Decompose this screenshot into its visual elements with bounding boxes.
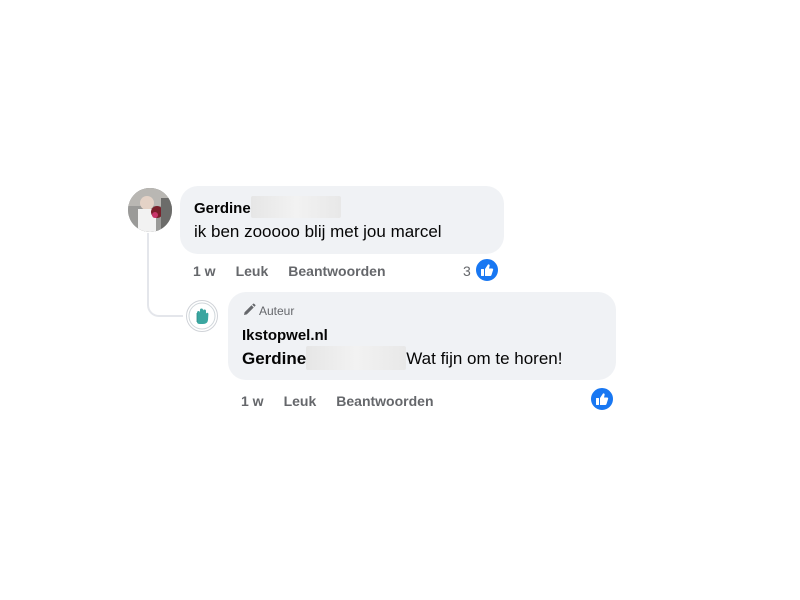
mention-link[interactable]: Gerdine — [242, 349, 306, 368]
commenter-avatar[interactable] — [128, 188, 172, 232]
comment-bubble: Gerdine ik ben zooooo blij met jou marce… — [180, 186, 504, 254]
reply-time[interactable]: 1 w — [241, 393, 264, 409]
reply-message: Wat fijn om te horen! — [406, 349, 563, 368]
author-badge-label: Auteur — [259, 304, 295, 318]
reaction-count[interactable]: 3 — [463, 263, 471, 279]
like-reaction-icon[interactable] — [589, 386, 615, 412]
reply-like-link[interactable]: Leuk — [284, 393, 317, 409]
reply-reply-link[interactable]: Beantwoorden — [336, 393, 433, 409]
reply-link[interactable]: Beantwoorden — [288, 263, 385, 279]
thread-connector-line — [147, 233, 183, 317]
reply-actions: 1 w Leuk Beantwoorden — [241, 393, 454, 409]
reply-text: Gerdine Wat fijn om te horen! — [242, 345, 563, 370]
reply-bubble: Auteur Ikstopwel.nl Gerdine Wat fijn om t… — [228, 292, 616, 380]
author-badge: Auteur — [242, 303, 294, 318]
pen-icon — [244, 303, 256, 315]
comment-time[interactable]: 1 w — [193, 263, 216, 279]
like-link[interactable]: Leuk — [236, 263, 269, 279]
redacted-name — [250, 196, 341, 219]
comment-text: ik ben zooooo blij met jou marcel — [194, 222, 442, 241]
redacted-name — [306, 345, 407, 370]
like-reaction-icon[interactable] — [474, 257, 500, 283]
comment-author[interactable]: Gerdine — [194, 196, 341, 219]
page-avatar[interactable] — [186, 300, 218, 332]
comment-actions: 1 w Leuk Beantwoorden — [193, 263, 406, 279]
reply-author[interactable]: Ikstopwel.nl — [242, 327, 328, 344]
